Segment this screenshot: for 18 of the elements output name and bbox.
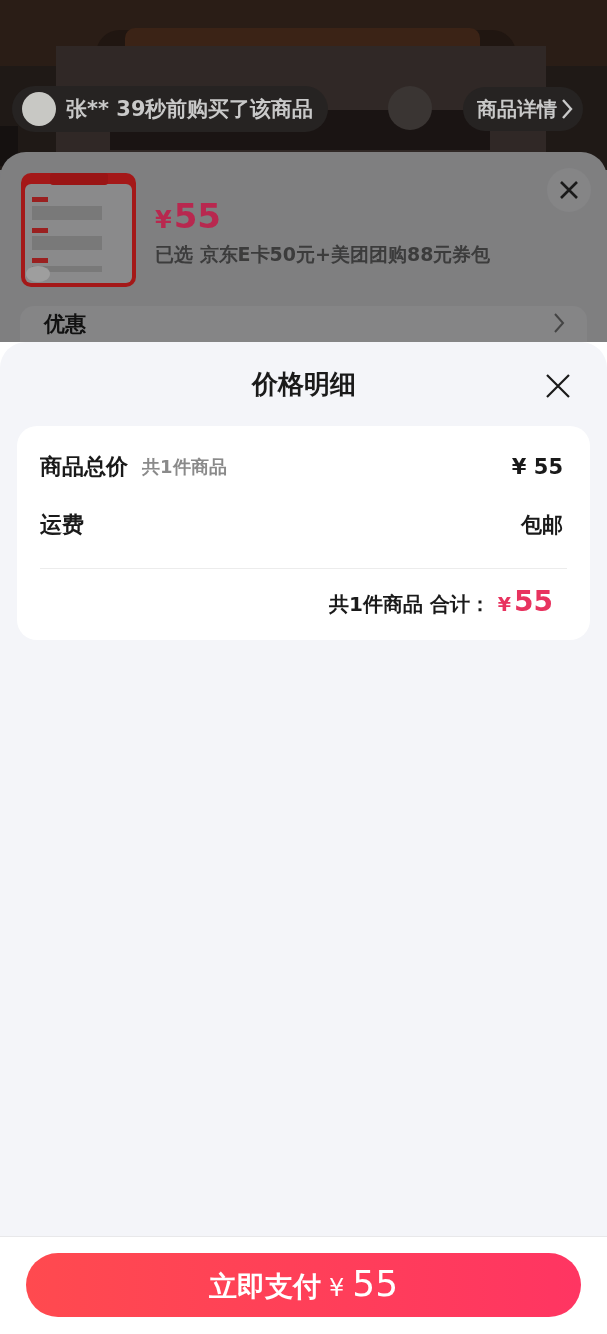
total-label: 共1件商品 合计： — [328, 591, 490, 618]
selected-option: 已选 京东E卡50元+美团团购88元券包 — [155, 242, 491, 268]
row-label: 商品总价 — [40, 453, 128, 481]
row-value: 包邮 — [521, 512, 563, 539]
close-icon[interactable] — [545, 373, 571, 399]
product-price: ¥55 — [155, 196, 223, 236]
pay-button[interactable]: 立即支付 ¥ 55 — [26, 1253, 581, 1317]
details-link[interactable]: 商品详情 — [463, 87, 583, 131]
row-note: 共1件商品 — [142, 455, 227, 479]
sheet-title: 价格明细 — [251, 367, 356, 401]
row-label: 运费 — [40, 511, 84, 539]
chevron-icon — [553, 312, 565, 334]
row-value: ¥ 55 — [511, 455, 563, 479]
total-amount: ¥55 — [497, 585, 553, 618]
notice-text: 张** 39秒前购买了该商品 — [66, 96, 314, 123]
chevron-icon — [561, 98, 573, 120]
discount-row[interactable]: 优惠 — [20, 306, 587, 342]
avatar-icon — [22, 92, 56, 126]
